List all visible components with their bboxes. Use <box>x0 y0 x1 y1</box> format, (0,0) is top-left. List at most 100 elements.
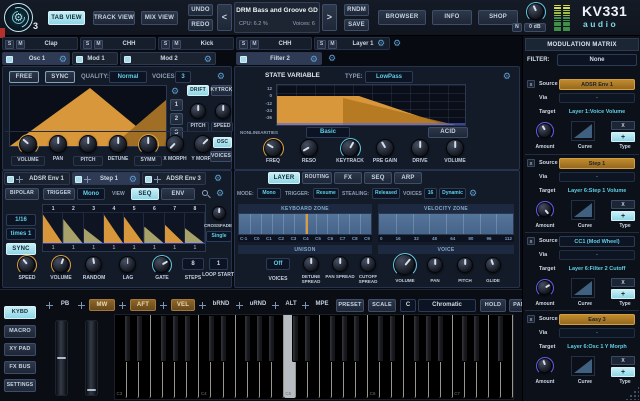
quality-dropdown[interactable]: Normal <box>109 71 147 83</box>
mod2-enable-checkbox[interactable] <box>124 56 131 63</box>
aft-button[interactable]: AFT <box>130 299 156 311</box>
seq-view-button[interactable]: SEQ <box>131 188 159 200</box>
mute-button[interactable]: M <box>172 40 181 49</box>
piano-black-key[interactable] <box>353 315 360 362</box>
piano-black-key[interactable] <box>220 315 227 362</box>
keyboard-zone-display[interactable] <box>238 213 372 235</box>
pb-label[interactable]: PB <box>56 301 74 307</box>
voice-pan-knob[interactable] <box>427 257 443 273</box>
cutoff-spread-knob[interactable] <box>360 256 376 272</box>
step1-gear-icon[interactable]: ⚙ <box>129 175 137 184</box>
osc-free-button[interactable]: FREE <box>9 71 39 83</box>
mod2-gear-icon[interactable]: ⚙ <box>204 55 212 64</box>
matrix-filter-dropdown[interactable]: None <box>557 54 637 66</box>
matrix-via-value[interactable]: - <box>559 328 635 338</box>
steps-value[interactable]: 8 <box>182 258 204 270</box>
tab-view-button[interactable]: TAB VIEW <box>48 11 85 25</box>
scale-type-dropdown[interactable]: Chromatic <box>418 299 476 312</box>
matrix-enable-checkbox[interactable]: X <box>527 315 535 323</box>
solo-button[interactable]: S <box>83 40 92 49</box>
mpe-move-icon[interactable] <box>302 302 309 309</box>
piano-keyboard[interactable]: C3C4C5C6C7 <box>114 314 514 400</box>
piano-black-key[interactable] <box>473 315 480 362</box>
scale-button[interactable]: SCALE <box>368 299 396 312</box>
layer-trigger-dropdown[interactable]: Resume <box>313 188 339 199</box>
seq-random-knob[interactable] <box>85 256 102 273</box>
wave-gear-icon[interactable]: ⚙ <box>171 87 179 96</box>
unison-voices-dropdown[interactable]: Off <box>266 258 290 270</box>
matrix-target-value[interactable]: Layer 6:Osc 1 Y Morph <box>555 342 639 352</box>
matrix-enable-checkbox[interactable]: X <box>527 237 535 245</box>
seq-step[interactable] <box>144 213 164 243</box>
bipolar-button[interactable]: BIPOLAR <box>5 188 39 200</box>
hold-button[interactable]: HOLD <box>480 299 506 312</box>
piano-black-key[interactable] <box>341 315 348 362</box>
sidebar-macro-button[interactable]: MACRO <box>4 325 36 338</box>
filter-settings-gear-icon[interactable]: ⚙ <box>503 72 511 81</box>
matrix-via-value[interactable]: - <box>559 250 635 260</box>
layer-add-gear-icon[interactable]: ⚙ <box>393 39 401 48</box>
acid-button[interactable]: ACID <box>428 127 468 138</box>
mute-button[interactable]: M <box>250 40 259 49</box>
loop-start-value[interactable]: 1 <box>209 258 228 270</box>
alt-label[interactable]: ALT <box>282 301 300 307</box>
tab-mod1[interactable]: Mod 1 <box>72 52 118 65</box>
piano-black-key[interactable] <box>461 315 468 362</box>
adsr-env3-checkbox[interactable] <box>145 176 152 183</box>
osc-ymorph-knob[interactable] <box>194 135 212 153</box>
kytrck-button[interactable]: KYTRCK <box>211 85 232 96</box>
stealing-dropdown[interactable]: Released <box>372 188 400 199</box>
seq-step[interactable] <box>63 213 83 243</box>
matrix-enable-checkbox[interactable]: X <box>527 80 535 88</box>
layer-settings-gear-icon[interactable]: ⚙ <box>469 189 477 198</box>
mod-wheel[interactable] <box>85 320 98 396</box>
solo-button[interactable]: S <box>161 40 170 49</box>
adsr-env1-checkbox[interactable] <box>7 176 14 183</box>
env-view-button[interactable]: ENV <box>161 188 195 200</box>
step1-checkbox[interactable] <box>75 176 82 183</box>
matrix-via-value[interactable]: - <box>559 93 635 103</box>
mod-tabs-gear-icon[interactable]: ⚙ <box>214 174 222 183</box>
matrix-target-value[interactable]: Layer 6:Filter 2 Cutoff <box>555 264 639 274</box>
velocity-zone-display[interactable] <box>378 213 514 235</box>
trigger-button[interactable]: TRIGGER <box>43 188 75 200</box>
seq-gate-knob[interactable] <box>153 256 170 273</box>
preset-next-button[interactable]: > <box>322 4 337 31</box>
preset-prev-button[interactable]: < <box>217 4 232 31</box>
mw-button[interactable]: MW <box>89 299 115 311</box>
routing-tab[interactable]: ROUTING <box>302 172 332 184</box>
matrix-type-plus-button[interactable]: + <box>611 289 635 299</box>
pitch-bend-wheel[interactable] <box>55 320 68 396</box>
matrix-source-value[interactable]: CC1 (Mod Wheel) <box>559 236 635 247</box>
matrix-type-plus-button[interactable]: + <box>611 211 635 221</box>
drift-speed-knob[interactable] <box>215 103 231 119</box>
adsr-env3-move-icon[interactable] <box>154 176 161 183</box>
seq-sync-button[interactable]: SYNC <box>6 243 36 255</box>
solo-button[interactable]: S <box>5 40 14 49</box>
seq-lag-knob[interactable] <box>119 256 136 273</box>
piano-black-key[interactable] <box>425 315 432 362</box>
piano-black-key[interactable] <box>329 315 336 362</box>
voices-view-button[interactable]: VOICES <box>210 151 232 162</box>
matrix-target-value[interactable]: Layer 1:Voice Volume <box>555 107 639 117</box>
zone-split-line[interactable] <box>306 214 308 234</box>
aft-move-icon[interactable] <box>119 302 126 309</box>
crossfade-dropdown[interactable]: Single <box>206 231 232 242</box>
piano-black-key[interactable] <box>437 315 444 362</box>
piano-black-key[interactable] <box>172 315 179 362</box>
matrix-via-value[interactable]: - <box>559 172 635 182</box>
osc-view-button[interactable]: OSC <box>213 137 232 148</box>
filter-pregain-knob[interactable] <box>376 139 394 157</box>
matrix-amount-knob[interactable] <box>537 123 552 138</box>
mod-settings-gear-icon[interactable]: ⚙ <box>216 189 224 198</box>
solo-button[interactable]: S <box>239 40 248 49</box>
osc-settings-gear-icon[interactable]: ⚙ <box>217 72 225 81</box>
piano-black-key[interactable] <box>244 315 251 362</box>
zoom-icon[interactable] <box>202 190 208 196</box>
urnd-move-icon[interactable] <box>236 302 243 309</box>
mode-dropdown[interactable]: Mono <box>257 188 281 199</box>
matrix-curve-display[interactable] <box>571 356 595 376</box>
fx-tab[interactable]: FX <box>334 172 362 184</box>
osc-sync-button[interactable]: SYNC <box>45 71 75 83</box>
filter2-enable-checkbox[interactable] <box>240 56 247 63</box>
